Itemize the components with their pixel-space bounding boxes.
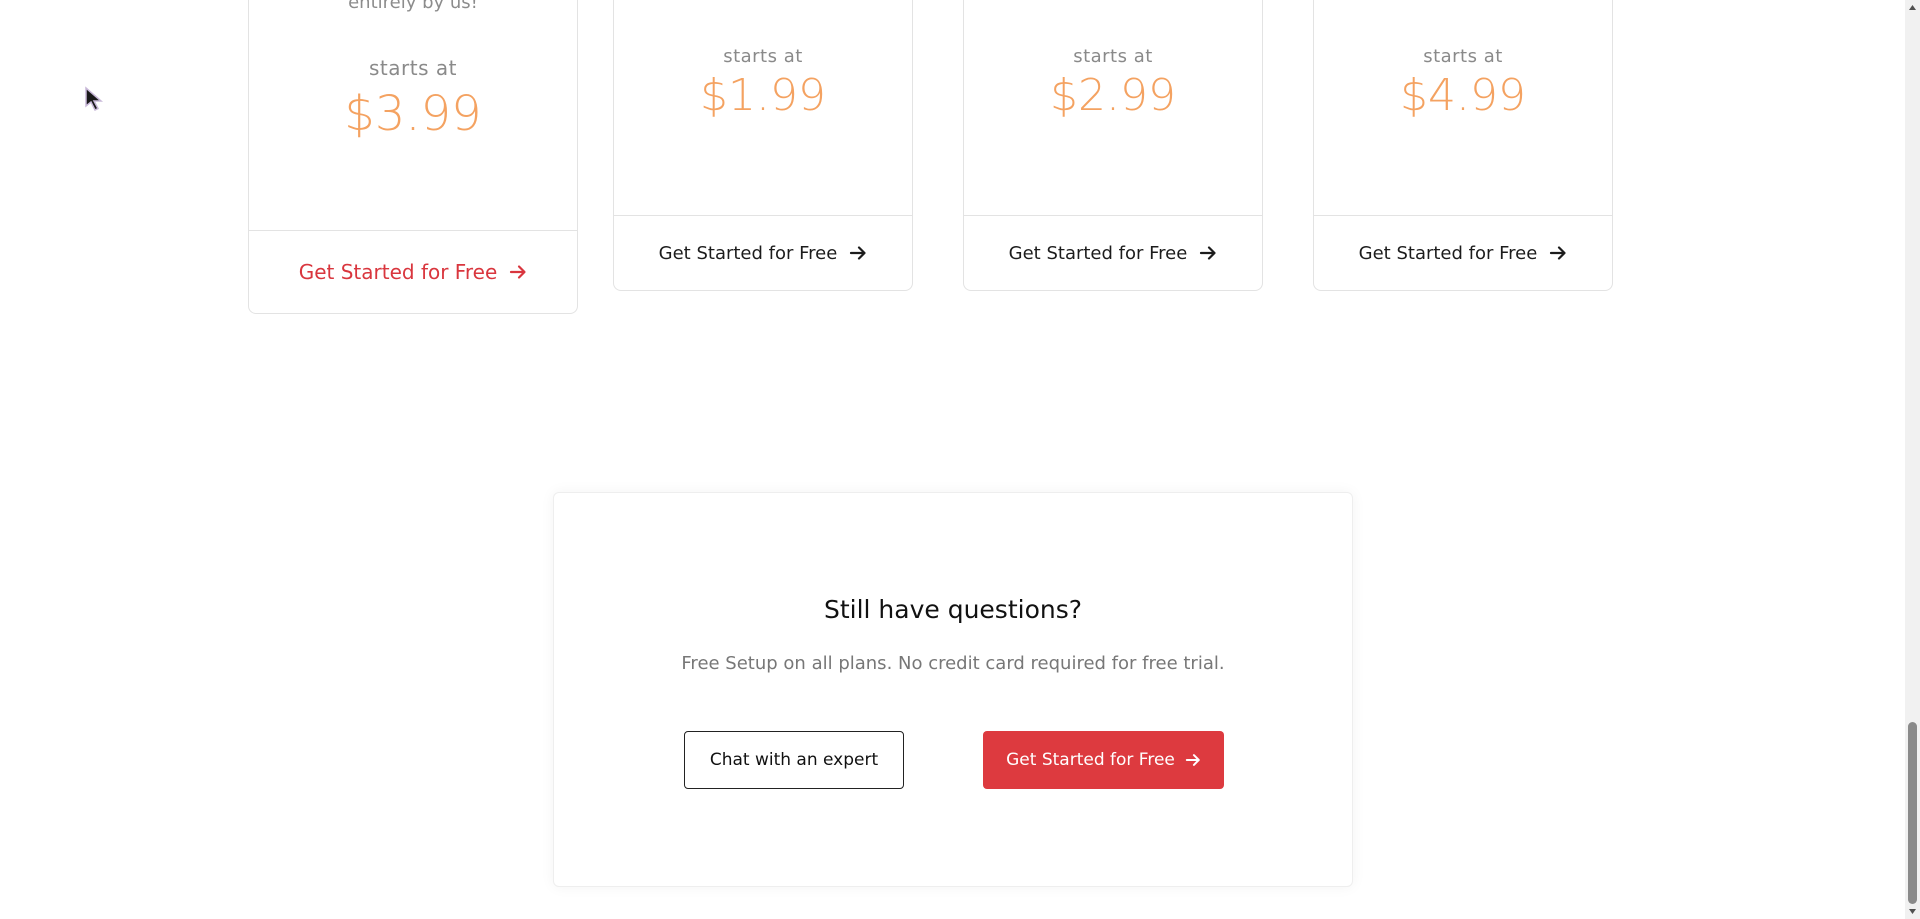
vertical-scrollbar[interactable]: [1905, 0, 1920, 919]
scroll-down-arrow-icon[interactable]: [1908, 907, 1917, 916]
arrow-right-icon: [1185, 754, 1200, 766]
page: entirely by us! starts at $3.99 Get Star…: [0, 0, 1920, 919]
starts-at-label: starts at: [1073, 46, 1153, 67]
get-started-link[interactable]: Get Started for Free: [249, 230, 577, 313]
card-description: entirely by us!: [348, 0, 478, 13]
starts-at-label: starts at: [723, 46, 803, 67]
mouse-cursor-icon: [85, 86, 104, 112]
get-started-link[interactable]: Get Started for Free: [964, 215, 1262, 290]
plan-price: $4.99: [1400, 70, 1526, 121]
starts-at-label: starts at: [369, 56, 457, 80]
plan-price: $3.99: [344, 86, 482, 142]
scroll-up-arrow-icon[interactable]: [1908, 3, 1917, 12]
get-started-button[interactable]: Get Started for Free: [983, 731, 1224, 789]
get-started-label: Get Started for Free: [1358, 242, 1538, 264]
arrow-right-icon: [510, 265, 526, 279]
arrow-right-icon: [850, 246, 866, 260]
get-started-label: Get Started for Free: [658, 242, 838, 264]
pricing-card-2: starts at $1.99 Get Started for Free: [613, 0, 913, 291]
get-started-label: Get Started for Free: [1008, 242, 1188, 264]
plan-price: $2.99: [1050, 70, 1176, 121]
questions-title: Still have questions?: [823, 595, 1083, 624]
pricing-card-1: entirely by us! starts at $3.99 Get Star…: [248, 0, 578, 314]
arrow-right-icon: [1200, 246, 1216, 260]
chat-with-expert-button[interactable]: Chat with an expert: [684, 731, 904, 789]
get-started-link[interactable]: Get Started for Free: [1314, 215, 1612, 290]
get-started-link[interactable]: Get Started for Free: [614, 215, 912, 290]
get-started-label: Get Started for Free: [298, 260, 498, 284]
starts-at-label: starts at: [1423, 46, 1503, 67]
arrow-right-icon: [1550, 246, 1566, 260]
scrollbar-thumb[interactable]: [1908, 722, 1917, 904]
pricing-card-4: starts at $4.99 Get Started for Free: [1313, 0, 1613, 291]
pricing-card-3: starts at $2.99 Get Started for Free: [963, 0, 1263, 291]
plan-price: $1.99: [700, 70, 826, 121]
get-started-button-label: Get Started for Free: [1006, 750, 1175, 770]
chat-button-label: Chat with an expert: [709, 750, 879, 770]
questions-panel: Still have questions? Free Setup on all …: [553, 492, 1353, 887]
questions-subtitle: Free Setup on all plans. No credit card …: [681, 653, 1225, 674]
